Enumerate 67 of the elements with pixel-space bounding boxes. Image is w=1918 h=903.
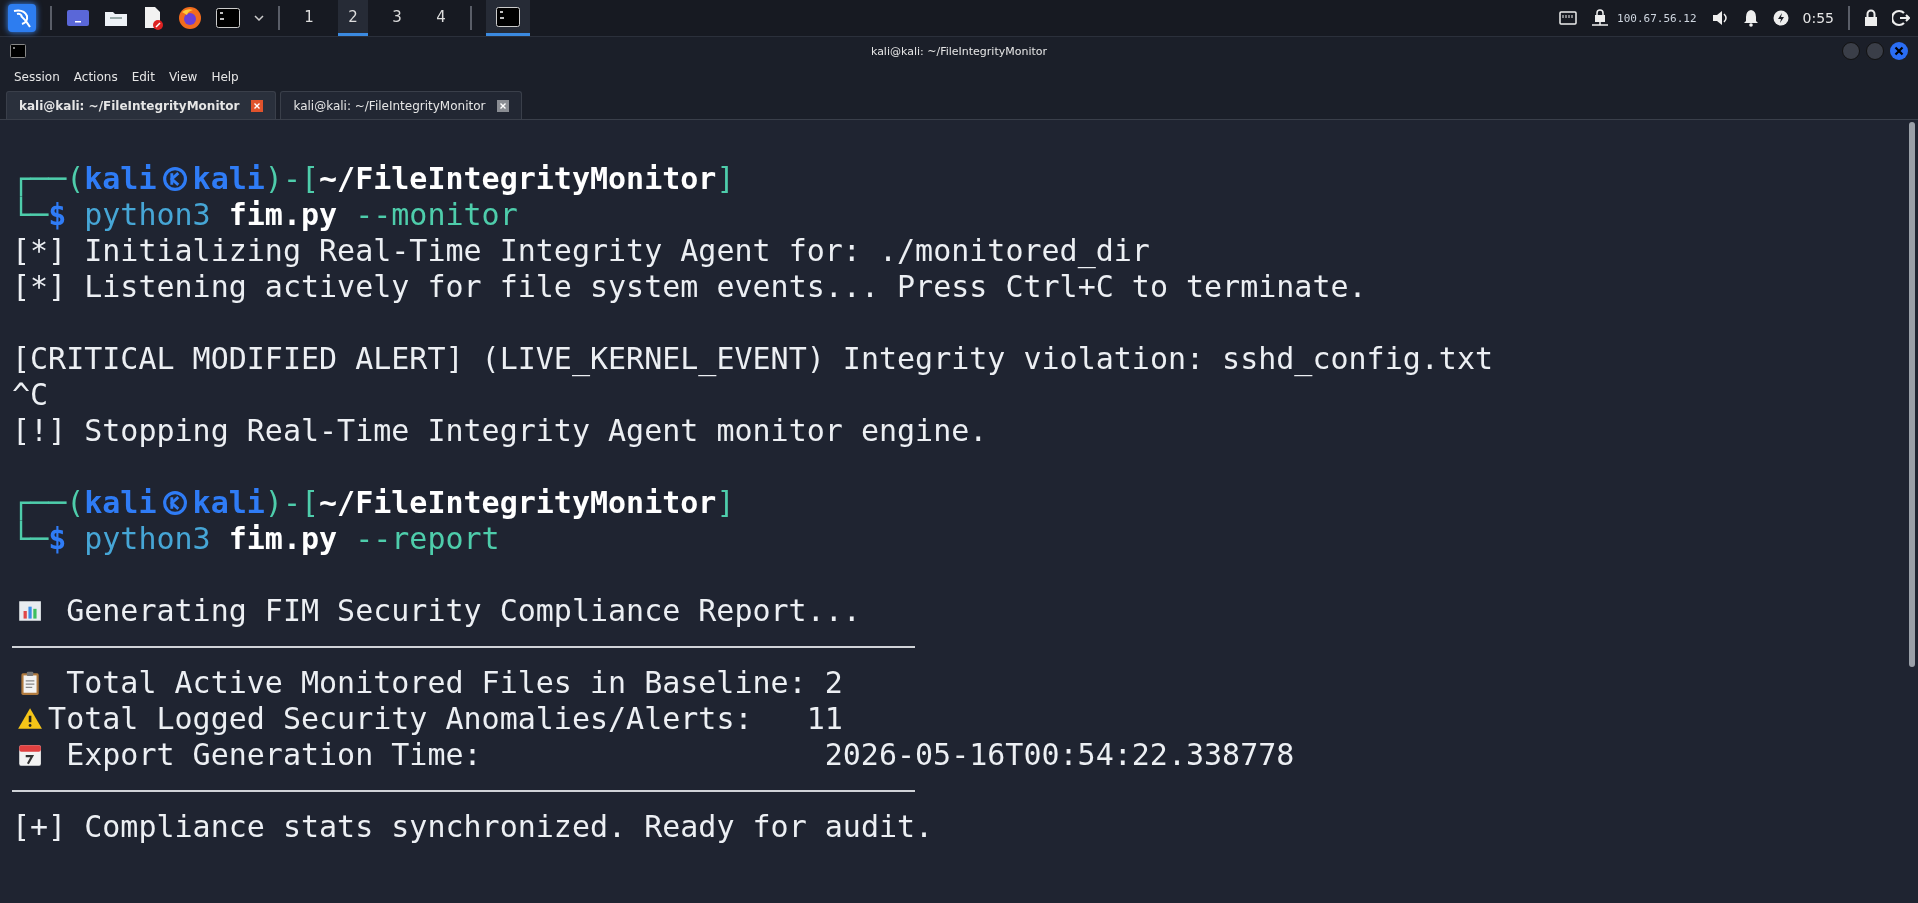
workspace-button[interactable]: 1 (294, 0, 324, 36)
tab-label: kali@kali: ~/FileIntegrityMonitor (293, 98, 486, 113)
logout-icon[interactable] (1892, 9, 1910, 27)
working-directory: ~/FileIntegrityMonitor (319, 485, 717, 521)
workspace-button[interactable]: 4 (426, 0, 456, 36)
terminal-tab[interactable]: kali@kali: ~/FileIntegrityMonitor (280, 91, 523, 119)
bell-icon[interactable] (1742, 9, 1759, 27)
output-line: [CRITICAL MODIFIED ALERT] (LIVE_KERNEL_EVENT) Integrity violation: sshd_config.txt (12, 341, 1494, 377)
output-line: [*] Initializing Real-Time Integrity Agent for: ./monitored_dir (12, 233, 1150, 269)
prompt-connector: └─ (12, 521, 49, 557)
prompt-connector: └─ (12, 197, 49, 233)
network-icon[interactable] (1559, 11, 1578, 25)
output-line: Total Active Monitored Files in Baseline: 2 (66, 665, 843, 701)
host-name: kali (192, 161, 265, 197)
clock: 0:55 (1802, 10, 1834, 26)
prompt-sign: $ (48, 197, 67, 233)
prompt-bracket: ] (716, 485, 735, 521)
menu-item[interactable]: View (168, 70, 198, 84)
output-line: [*] Listening actively for file system events... Press Ctrl+C to terminate. (12, 269, 1367, 305)
command-name: python3 (84, 197, 211, 233)
user-name: kali (84, 485, 157, 521)
output-line: Generating FIM Security Compliance Report... (66, 593, 861, 629)
terminal-icon[interactable] (216, 8, 240, 28)
host-name: kali (192, 485, 265, 521)
prompt-bracket: )-[ (264, 161, 320, 197)
output-line: ^C (12, 377, 49, 413)
ip-address: 100.67.56.12 (1617, 11, 1697, 25)
terminal-icon (10, 44, 26, 58)
command-name: python3 (84, 521, 211, 557)
user-name: kali (84, 161, 157, 197)
browser-icon[interactable] (178, 6, 202, 30)
prompt-connector: ┌──( (12, 161, 85, 197)
menu-item[interactable]: Help (211, 70, 239, 84)
window-title: kali@kali: ~/FileIntegrityMonitor (870, 44, 1048, 58)
scrollbar-thumb[interactable] (1909, 122, 1915, 667)
output-line: [+] Compliance stats synchronized. Ready for audit. (12, 809, 934, 845)
terminal-task-button[interactable] (486, 0, 530, 36)
dragon-logo-icon[interactable] (8, 4, 36, 32)
desktop-icon[interactable] (66, 8, 90, 28)
menu-item[interactable]: Session (14, 70, 60, 84)
output-line: Total Logged Security Anomalies/Alerts: 11 (48, 701, 843, 737)
vpn-lock-icon[interactable] (1591, 9, 1610, 27)
menu-item[interactable]: Edit (131, 70, 155, 84)
lock-icon[interactable] (1864, 9, 1878, 27)
working-directory: ~/FileIntegrityMonitor (319, 161, 717, 197)
power-icon[interactable] (1772, 10, 1789, 26)
output-line: [!] Stopping Real-Time Integrity Agent monitor engine. (12, 413, 988, 449)
workspace-button[interactable]: 2 (338, 0, 368, 36)
close-icon[interactable] (497, 99, 510, 112)
workspace-button[interactable]: 3 (382, 0, 412, 36)
script-name: fim.py (228, 521, 338, 557)
terminal-tab[interactable]: kali@kali: ~/FileIntegrityMonitor (6, 91, 277, 119)
prompt-connector: ┌──( (12, 485, 85, 521)
command-argument: --report (355, 521, 500, 557)
prompt-bracket: ] (716, 161, 735, 197)
text-editor-icon[interactable] (142, 6, 164, 30)
chevron-down-icon[interactable] (254, 15, 264, 21)
script-name: fim.py (228, 197, 338, 233)
output-line: Export Generation Time: 2026-05-16T00:54:22.338778 (66, 737, 1295, 773)
menu-item[interactable]: Actions (73, 70, 118, 84)
tab-label: kali@kali: ~/FileIntegrityMonitor (19, 98, 240, 113)
terminal-icon (496, 6, 520, 27)
prompt-sign: $ (48, 521, 67, 557)
command-argument: --monitor (355, 197, 518, 233)
prompt-bracket: )-[ (264, 485, 320, 521)
close-icon[interactable] (251, 99, 264, 112)
volume-icon[interactable] (1710, 9, 1729, 27)
